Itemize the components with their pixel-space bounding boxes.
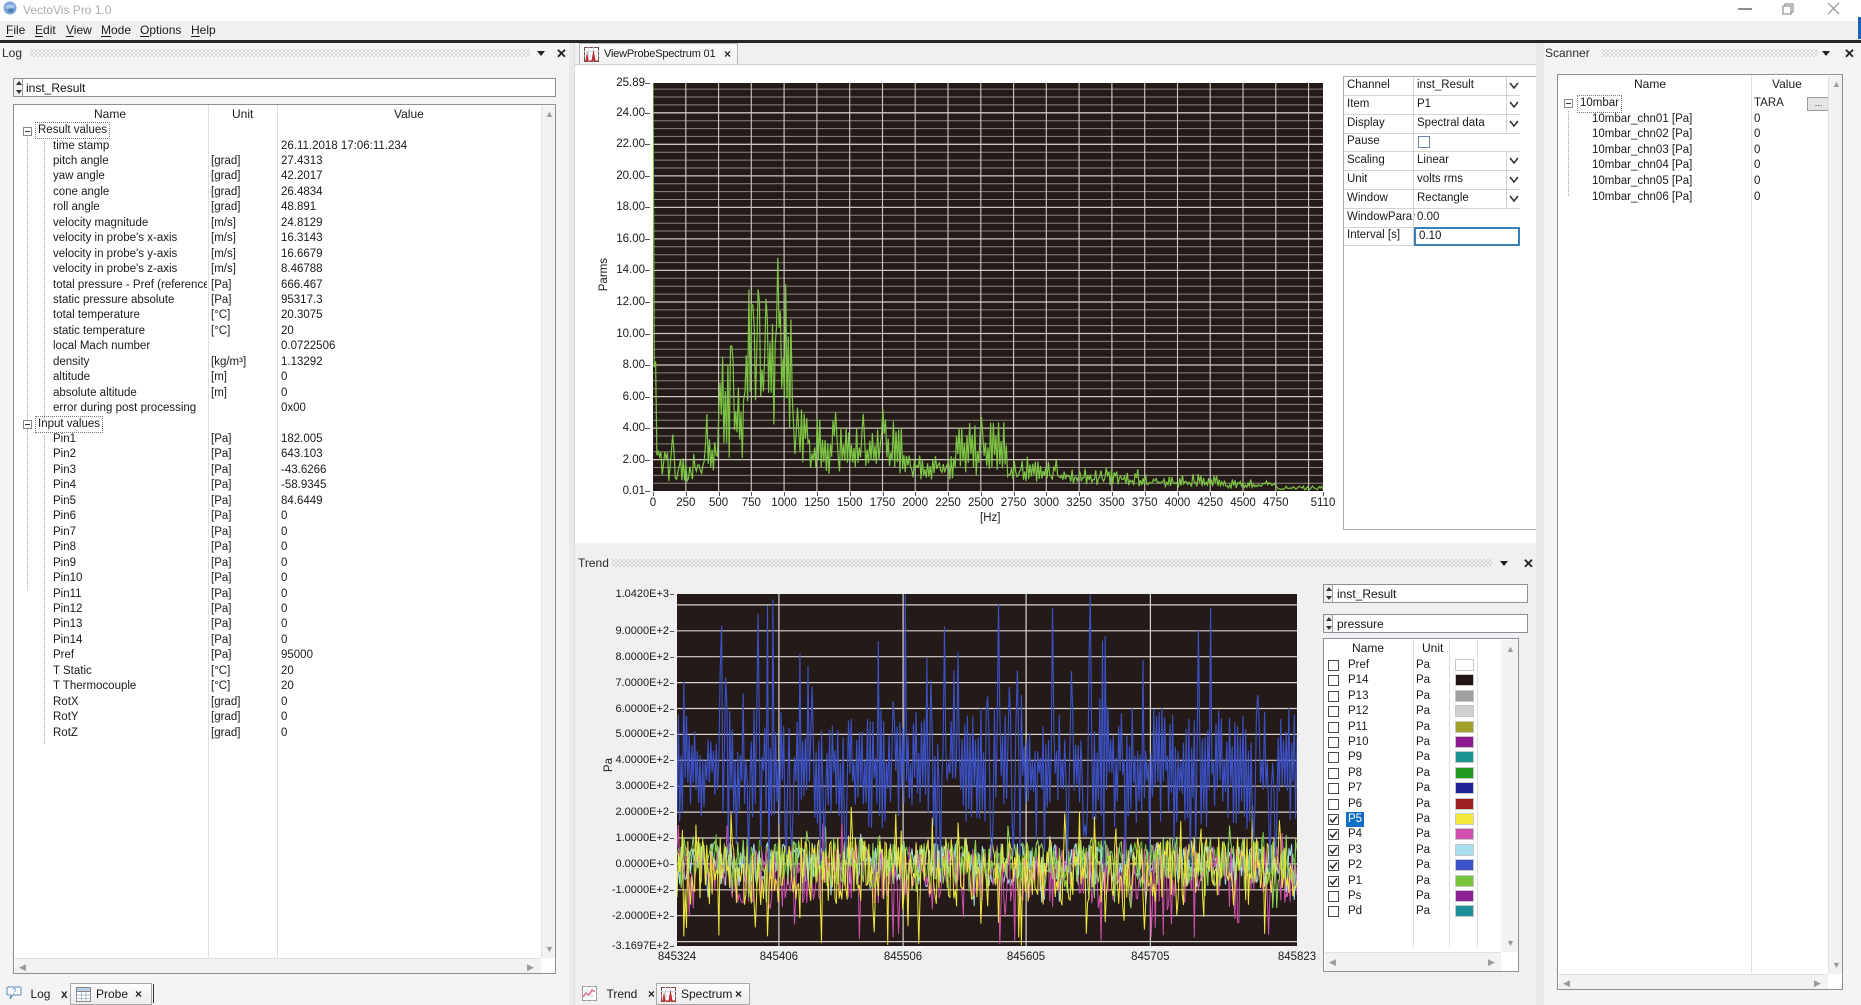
svg-text:?: ? [12, 987, 17, 996]
